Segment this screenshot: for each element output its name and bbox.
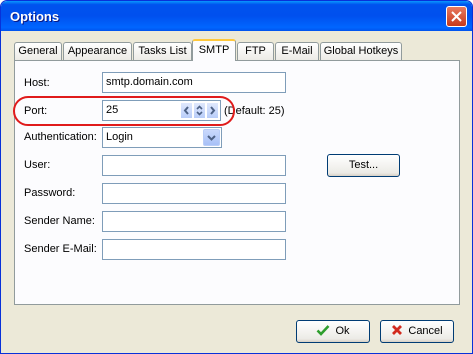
port-label: Port: — [24, 105, 48, 117]
tab-global-hotkeys[interactable]: Global Hotkeys — [320, 42, 402, 60]
chevron-right-icon — [210, 106, 216, 115]
authentication-label: Authentication: — [24, 131, 97, 143]
cancel-label: Cancel — [408, 325, 443, 337]
password-input[interactable] — [102, 183, 286, 204]
chevron-up-down-icon — [196, 105, 203, 116]
window-title: Options — [10, 9, 60, 24]
port-decrease-button[interactable] — [180, 102, 193, 119]
tab-smtp[interactable]: SMTP — [192, 39, 236, 61]
port-up-down-button[interactable] — [193, 102, 206, 119]
ok-label: Ok — [335, 325, 350, 337]
tab-general[interactable]: General — [14, 42, 62, 60]
port-value: 25 — [106, 104, 119, 116]
sender-name-input[interactable] — [102, 211, 286, 232]
port-increase-button[interactable] — [206, 102, 219, 119]
options-dialog: Options General Appearance Tasks List SM… — [0, 0, 473, 354]
user-input[interactable] — [102, 155, 286, 176]
tab-tasks-list[interactable]: Tasks List — [133, 42, 192, 60]
host-label: Host: — [24, 77, 50, 89]
port-input[interactable]: 25 — [102, 100, 221, 121]
port-default-hint: (Default: 25) — [224, 105, 285, 117]
smtp-panel: Host: smtp.domain.com Port: 25 (Default:… — [14, 60, 460, 305]
sender-email-label: Sender E-Mail: — [24, 243, 97, 255]
tab-ftp[interactable]: FTP — [237, 42, 274, 60]
title-bar[interactable]: Options — [1, 1, 472, 31]
test-button[interactable]: Test... — [327, 154, 400, 177]
ok-button[interactable]: Ok — [296, 320, 370, 343]
authentication-value: Login — [106, 131, 133, 143]
cancel-x-icon — [392, 325, 403, 335]
cancel-button[interactable]: Cancel — [380, 320, 454, 343]
close-button[interactable] — [446, 6, 467, 27]
sender-email-input[interactable] — [102, 239, 286, 260]
chevron-down-icon — [207, 135, 216, 141]
sender-name-label: Sender Name: — [24, 215, 95, 227]
tab-email[interactable]: E-Mail — [275, 42, 319, 60]
authentication-select[interactable]: Login — [102, 127, 222, 148]
host-input[interactable]: smtp.domain.com — [102, 72, 286, 93]
dialog-body: General Appearance Tasks List SMTP FTP E… — [5, 31, 468, 349]
user-label: User: — [24, 159, 51, 171]
checkmark-icon — [317, 325, 330, 336]
chevron-left-icon — [183, 106, 189, 115]
authentication-dropdown-button[interactable] — [203, 129, 220, 146]
tab-appearance[interactable]: Appearance — [63, 42, 132, 60]
close-icon — [451, 11, 462, 22]
password-label: Password: — [24, 187, 76, 199]
